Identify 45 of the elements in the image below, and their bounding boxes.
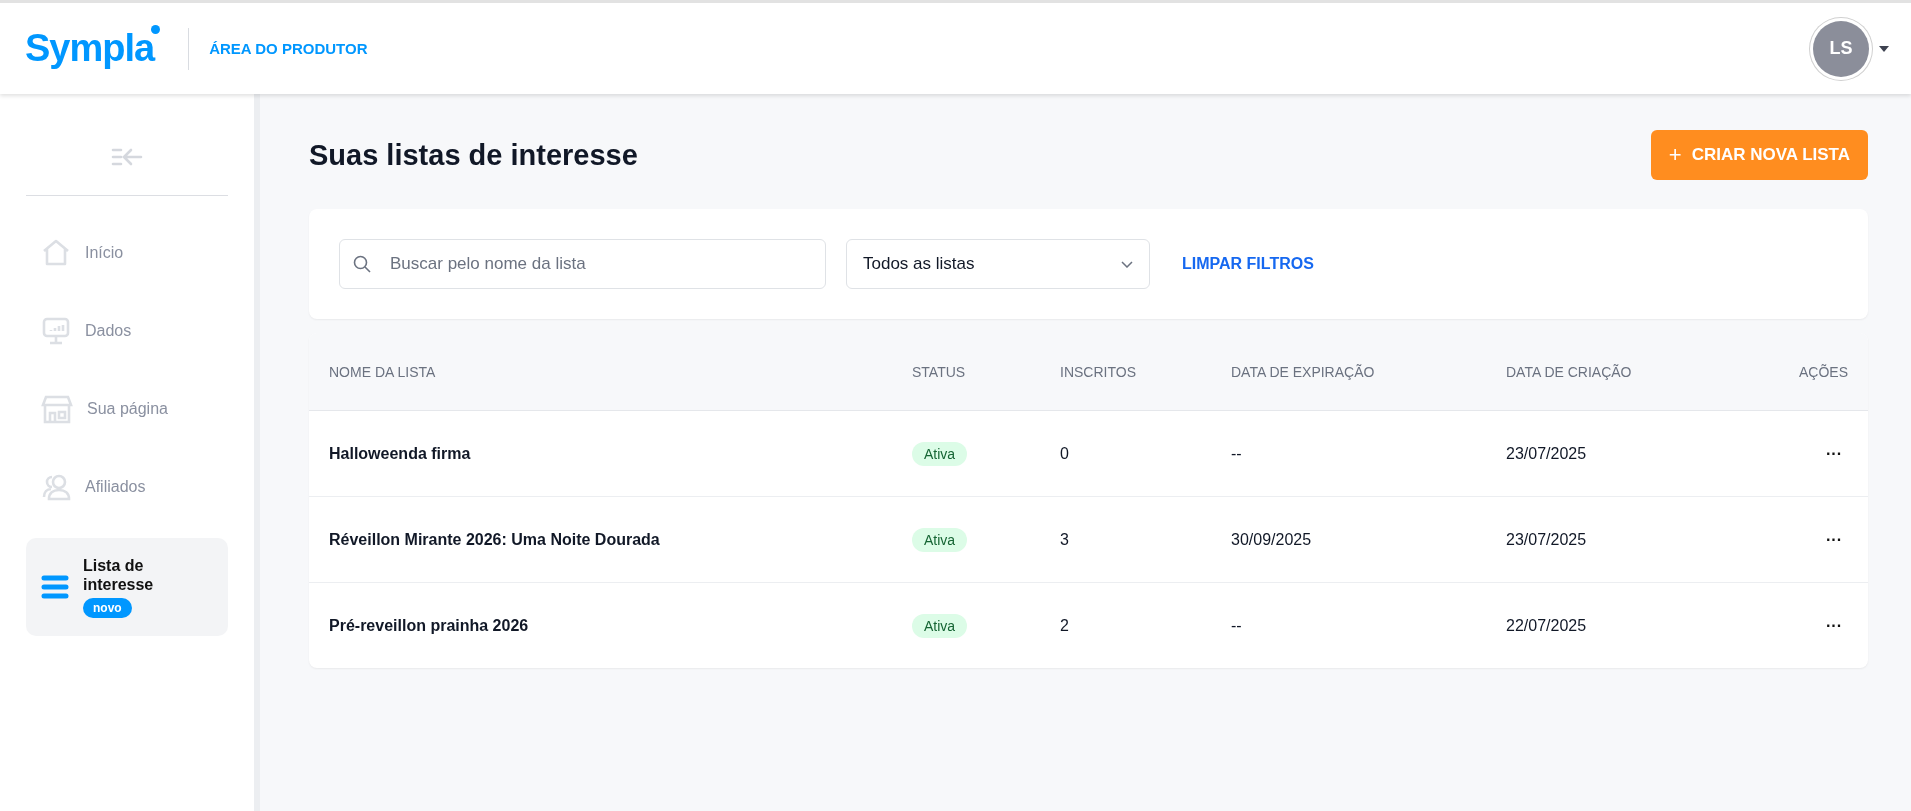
table-cell-text: 23/07/2025 — [1506, 444, 1588, 463]
store-icon — [41, 394, 73, 424]
area-title: ÁREA DO PRODUTOR — [209, 40, 368, 57]
status-badge: Ativa — [912, 441, 968, 466]
column-header: STATUS — [912, 363, 967, 380]
more-actions-button[interactable]: ··· — [1820, 616, 1848, 635]
table-cell-text: 2 — [1060, 616, 1070, 635]
column-header: DATA DE EXPIRAÇÃO — [1231, 363, 1376, 380]
table-cell-text: 30/09/2025 — [1231, 530, 1313, 549]
logo[interactable]: Sympla — [25, 27, 159, 70]
home-icon — [41, 239, 71, 267]
page-title: Suas listas de interesse — [309, 138, 638, 172]
monitor-icon — [41, 317, 71, 345]
column-header: NOME DA LISTA — [329, 363, 437, 380]
list-name-cell-text: Pré-reveillon prainha 2026 — [329, 616, 530, 635]
sidebar-item[interactable]: Afiliados — [26, 448, 228, 526]
column-header: AÇÕES — [1798, 363, 1848, 380]
column-header: INSCRITOS — [1060, 363, 1137, 380]
list-icon — [41, 575, 69, 599]
new-badge: novo — [83, 598, 132, 619]
table-cell-text: -- — [1231, 616, 1243, 635]
caret-icon[interactable] — [1879, 45, 1889, 52]
sidebar-item[interactable]: Lista de interesse novo — [26, 538, 228, 636]
table-cell-text: 22/07/2025 — [1506, 616, 1588, 635]
clear-filters-link[interactable]: LIMPAR FILTROS — [1182, 255, 1314, 273]
table-cell-text: 0 — [1060, 444, 1070, 463]
chevron-icon — [1121, 260, 1133, 268]
sidebar-item[interactable]: Sua página — [26, 370, 228, 448]
users-icon — [41, 473, 71, 501]
list-filter-dropdown[interactable]: Todos as listas — [846, 239, 1150, 289]
more-actions-button[interactable]: ··· — [1820, 444, 1848, 463]
create-list-button[interactable]: + CRIAR NOVA LISTA — [1650, 130, 1868, 180]
table-cell-text: -- — [1231, 444, 1243, 463]
avatar[interactable]: LS — [1813, 20, 1869, 77]
list-name-cell-text: Halloweenda firma — [329, 444, 472, 463]
column-header: DATA DE CRIAÇÃO — [1506, 363, 1633, 380]
status-badge: Ativa — [912, 613, 968, 638]
table-cell-text: 3 — [1060, 530, 1070, 549]
more-actions-button[interactable]: ··· — [1820, 530, 1848, 549]
sidebar-item[interactable]: Início — [26, 214, 228, 292]
status-badge: Ativa — [912, 527, 968, 552]
table-cell-text: 23/07/2025 — [1506, 530, 1588, 549]
sidebar-item[interactable]: Dados — [26, 292, 228, 370]
search-field[interactable]: Buscar pelo nome da lista — [339, 239, 826, 289]
list-name-cell-text: Réveillon Mirante 2026: Uma Noite Dourada — [329, 530, 661, 549]
